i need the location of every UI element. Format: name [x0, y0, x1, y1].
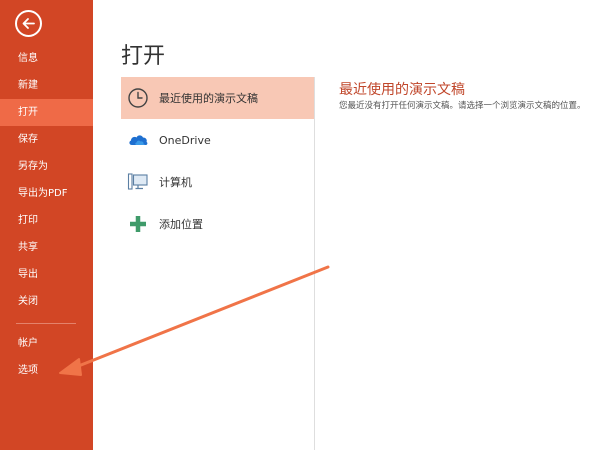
- recent-panel-title: 最近使用的演示文稿: [339, 82, 465, 98]
- sidebar-item-new[interactable]: 新建: [0, 72, 93, 99]
- sidebar-item-save[interactable]: 保存: [0, 126, 93, 153]
- cloud-icon: [127, 129, 149, 151]
- location-onedrive[interactable]: OneDrive: [121, 119, 314, 161]
- recent-panel-description: 您最近没有打开任何演示文稿。请选择一个浏览演示文稿的位置。: [339, 101, 586, 111]
- location-computer-label: 计算机: [159, 176, 192, 189]
- clock-icon: [127, 87, 149, 109]
- sidebar-item-save-as[interactable]: 另存为: [0, 153, 93, 180]
- sidebar-divider: [16, 323, 76, 324]
- location-list: 最近使用的演示文稿 OneDrive 计算机 添加位置: [121, 77, 314, 245]
- location-add-place[interactable]: 添加位置: [121, 203, 314, 245]
- computer-icon: [127, 171, 149, 193]
- backstage-open-view: 信息 新建 打开 保存 另存为 导出为PDF 打印 共享 导出 关闭 帐户 选项…: [0, 0, 600, 450]
- sidebar-item-open[interactable]: 打开: [0, 99, 93, 126]
- location-onedrive-label: OneDrive: [159, 133, 211, 147]
- backstage-sidebar: 信息 新建 打开 保存 另存为 导出为PDF 打印 共享 导出 关闭 帐户 选项: [0, 0, 93, 450]
- sidebar-item-print[interactable]: 打印: [0, 207, 93, 234]
- sidebar-item-close[interactable]: 关闭: [0, 288, 93, 315]
- sidebar-item-export-pdf[interactable]: 导出为PDF: [0, 180, 93, 207]
- sidebar-item-account[interactable]: 帐户: [0, 330, 93, 357]
- location-recent-label: 最近使用的演示文稿: [159, 92, 258, 105]
- back-button[interactable]: [15, 10, 42, 37]
- sidebar-item-info[interactable]: 信息: [0, 45, 93, 72]
- sidebar-item-options[interactable]: 选项: [0, 357, 93, 384]
- page-title: 打开: [121, 44, 166, 69]
- location-recent[interactable]: 最近使用的演示文稿: [121, 77, 314, 119]
- panel-divider: [314, 77, 315, 450]
- sidebar-item-export[interactable]: 导出: [0, 261, 93, 288]
- plus-icon: [127, 213, 149, 235]
- sidebar-item-share[interactable]: 共享: [0, 234, 93, 261]
- location-computer[interactable]: 计算机: [121, 161, 314, 203]
- location-add-place-label: 添加位置: [159, 218, 203, 231]
